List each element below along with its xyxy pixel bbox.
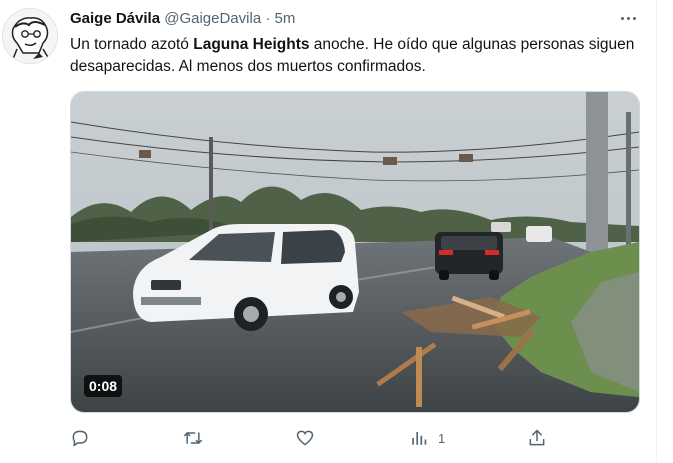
tweet-header: Gaige Dávila @GaigeDavila · 5m bbox=[70, 10, 295, 28]
reply-icon bbox=[72, 430, 88, 447]
video-duration: 0:08 bbox=[84, 375, 123, 397]
reply-button[interactable] bbox=[70, 425, 90, 451]
tweet-text-location: Laguna Heights bbox=[193, 36, 310, 53]
avatar[interactable] bbox=[2, 8, 58, 64]
video-player[interactable]: 0:08 bbox=[70, 91, 640, 413]
views-icon bbox=[412, 432, 427, 445]
views-count: 1 bbox=[438, 430, 446, 446]
user-handle[interactable]: @GaigeDavila bbox=[164, 10, 261, 27]
retweet-button[interactable] bbox=[182, 425, 204, 451]
tweet-text: Un tornado azotó Laguna Heights anoche. … bbox=[70, 34, 645, 78]
more-options-icon[interactable] bbox=[614, 8, 642, 28]
retweet-icon bbox=[183, 432, 203, 444]
tweet-text-part1: Un tornado azotó bbox=[70, 36, 194, 53]
display-name[interactable]: Gaige Dávila bbox=[70, 10, 160, 27]
timeline-border bbox=[656, 0, 657, 463]
tweet-actions: 1 bbox=[70, 425, 570, 451]
share-button[interactable] bbox=[527, 425, 547, 451]
like-button[interactable] bbox=[295, 425, 315, 451]
heart-icon bbox=[296, 430, 314, 446]
video-thumbnail bbox=[71, 92, 639, 412]
share-icon bbox=[529, 429, 545, 446]
timestamp[interactable]: 5m bbox=[275, 10, 296, 27]
views-button[interactable]: 1 bbox=[410, 425, 445, 451]
separator-dot: · bbox=[265, 10, 271, 27]
